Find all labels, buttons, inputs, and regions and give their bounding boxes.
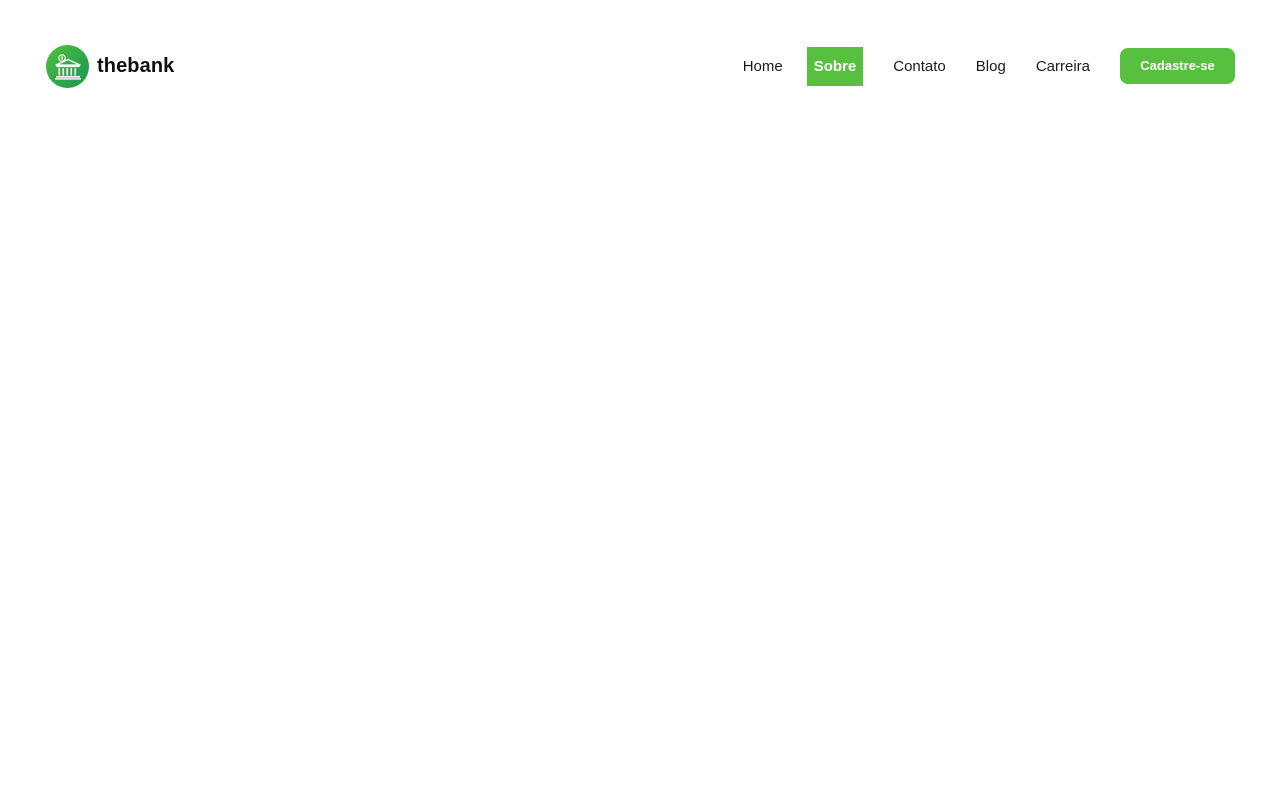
signup-button[interactable]: Cadastre-se [1120, 47, 1235, 84]
nav-item-blog[interactable]: Blog [976, 47, 1006, 86]
main-content [0, 130, 1280, 800]
brand-home-link[interactable]: thebank [46, 45, 174, 88]
page: thebank Home Sobre Contato Blog Carreira… [0, 0, 1280, 800]
nav-item-home[interactable]: Home [743, 47, 783, 86]
nav-item-contato[interactable]: Contato [893, 47, 946, 86]
brand-name: thebank [97, 55, 175, 77]
nav-item-carreira[interactable]: Carreira [1036, 47, 1090, 86]
top-navbar: thebank Home Sobre Contato Blog Carreira… [0, 0, 1280, 130]
nav-item-sobre[interactable]: Sobre [806, 47, 864, 86]
main-navigation: Home Sobre Contato Blog Carreira Cadastr… [743, 47, 1235, 86]
bank-building-icon [46, 45, 89, 88]
